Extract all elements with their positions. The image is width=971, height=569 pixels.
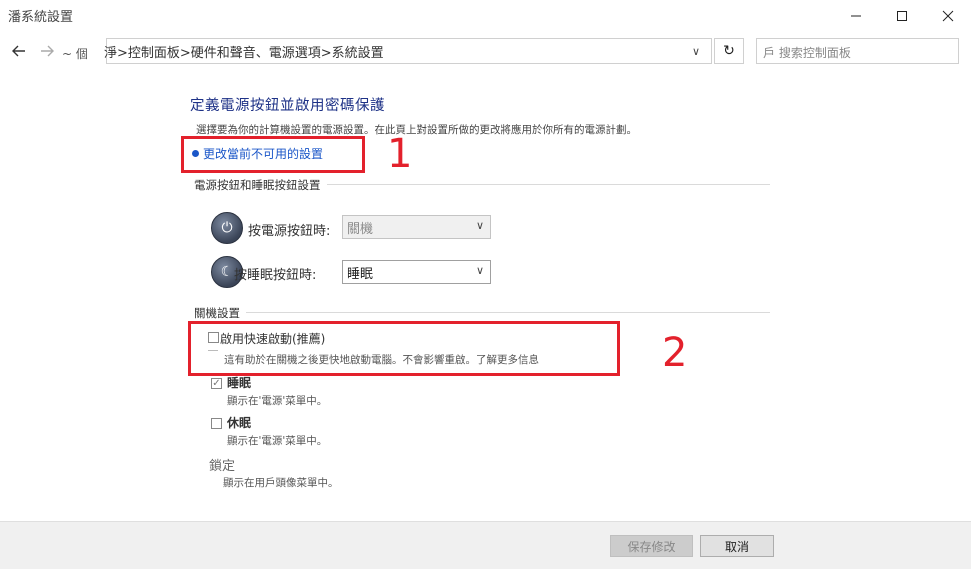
maximize-icon[interactable] (879, 0, 925, 32)
power-button-select[interactable]: 關機 ∨ (342, 215, 491, 239)
address-prefix: ~ 個 (62, 47, 88, 61)
search-input[interactable]: 戶 搜索控制面板 (756, 38, 959, 64)
minimize-icon[interactable] (833, 0, 879, 32)
sleep-checkbox[interactable]: ✓ (211, 378, 222, 389)
page-title: 定義電源按鈕並啟用密碼保護 (190, 98, 385, 114)
arrow-left-icon[interactable] (8, 40, 30, 62)
chevron-down-icon: ∨ (475, 264, 484, 277)
sleep-option-desc: 顯示在'電源'菜單中。 (227, 395, 328, 407)
footer-bar (0, 521, 971, 569)
hibernate-option-desc: 顯示在'電源'菜單中。 (227, 435, 328, 447)
sleep-button-label: 按睡眠按鈕時: (234, 268, 317, 283)
lock-option-desc: 顯示在用戶頭像菜單中。 (223, 477, 339, 489)
sleep-button-select[interactable]: 睡眠 ∨ (342, 260, 491, 284)
hibernate-checkbox[interactable] (211, 418, 222, 429)
power-button-value: 關機 (347, 222, 374, 237)
page-description: 選擇要為你的計算機設置的電源設置。在此頁上對設置所做的更改將應用於你所有的電源計… (196, 124, 637, 136)
lock-option-title: 鎖定 (209, 459, 236, 474)
power-button-icon: ⏻ (211, 212, 243, 244)
annotation-box-2 (188, 321, 620, 376)
arrow-right-icon[interactable] (36, 40, 58, 62)
sleep-button-value: 睡眠 (347, 267, 374, 282)
refresh-icon[interactable]: ↻ (714, 38, 744, 64)
chevron-down-icon: ∨ (475, 219, 484, 232)
power-section-title: 電源按鈕和睡眠按鈕設置 (194, 177, 327, 193)
title-bar (0, 0, 971, 32)
cancel-button[interactable]: 取消 (700, 535, 774, 557)
chevron-down-icon[interactable]: ∨ (692, 45, 700, 58)
window-title: 潘系統設置 (8, 10, 74, 25)
hibernate-option-title: 休眠 (227, 416, 252, 430)
power-button-label: 按電源按鈕時: (248, 224, 331, 239)
close-icon[interactable] (925, 0, 971, 32)
sleep-option-title: 睡眠 (227, 376, 252, 390)
save-button[interactable]: 保存修改 (610, 535, 693, 557)
annotation-label-2: 2 (662, 330, 688, 376)
breadcrumb[interactable]: 淨>控制面板>硬件和聲音、電源選項>系統設置 (104, 42, 384, 61)
section-divider (194, 312, 770, 313)
annotation-box-1 (181, 136, 365, 173)
shutdown-section-title: 關機設置 (194, 305, 246, 321)
annotation-label-1: 1 (387, 131, 413, 177)
